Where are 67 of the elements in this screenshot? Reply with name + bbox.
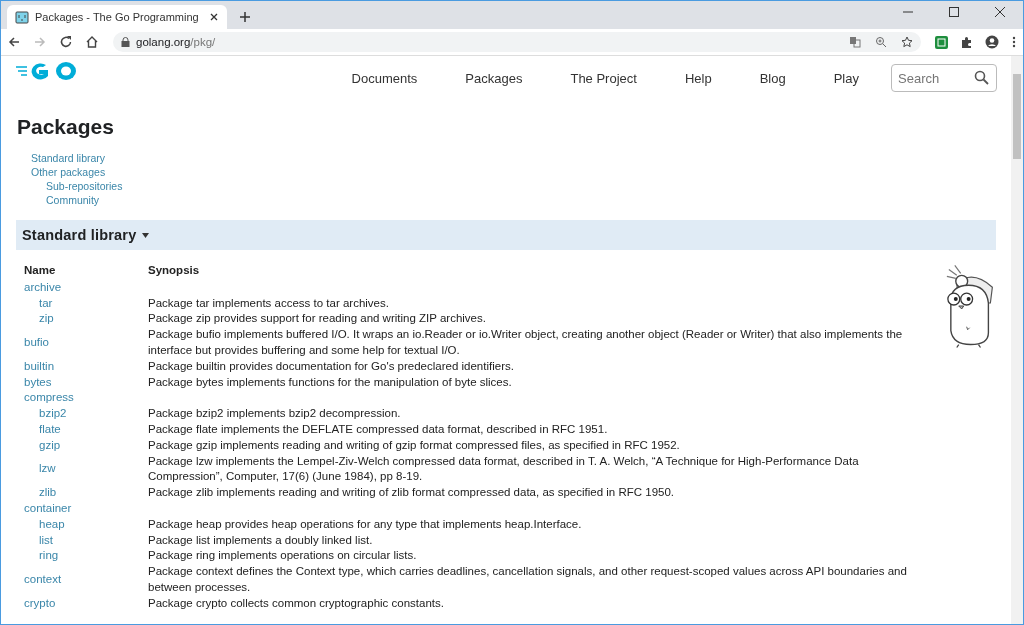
browser-tab[interactable]: Packages - The Go Programming	[7, 5, 227, 29]
zoom-icon[interactable]	[875, 36, 887, 48]
package-link[interactable]: container	[24, 501, 72, 514]
puzzle-icon[interactable]	[960, 35, 973, 49]
package-synopsis: Package zlib implements reading and writing of zlib format compressed data, as specified in RFC 1950.	[148, 486, 675, 499]
package-synopsis: Package flate implements the DEFLATE compressed data format, described in RFC 1951.	[148, 422, 608, 435]
package-synopsis: Package tar implements access to tar archives.	[148, 296, 389, 309]
home-icon[interactable]	[85, 35, 99, 49]
lock-icon	[121, 37, 130, 47]
package-synopsis: Package bufio implements buffered I/O. It wraps an io.Reader or io.Writer object, creating another object (Reader or Writer) that also implements the interface but provides buffering and some help for textual I/O.	[148, 328, 903, 356]
package-synopsis: Package list implements a doubly linked list.	[148, 533, 373, 546]
toc-link[interactable]: Standard library	[31, 151, 106, 165]
package-link[interactable]: tar	[39, 296, 53, 309]
toc-link[interactable]: Sub-repositories	[46, 179, 123, 193]
package-synopsis: Package builtin provides documentation for Go's predeclared identifiers.	[148, 359, 514, 372]
close-icon[interactable]	[209, 12, 219, 22]
package-synopsis: Package bzip2 implements bzip2 decompression.	[148, 407, 401, 420]
package-link[interactable]: compress	[24, 391, 74, 404]
package-synopsis: Package lzw implements the Lempel-Ziv-Welch compressed data format, described in T. A. Welch, “A Technique for High-Performance Data Compression”, Computer, 17(6) (June 1984), pp 8-19.	[148, 454, 859, 483]
package-synopsis: Package zip provides support for reading and writing ZIP archives.	[148, 312, 486, 325]
nav-link[interactable]: Play	[809, 70, 883, 86]
section-header[interactable]: Standard library	[16, 220, 996, 250]
page-title: Packages	[17, 115, 115, 139]
new-tab-icon[interactable]	[239, 11, 251, 23]
back-icon[interactable]	[7, 35, 21, 49]
reload-icon[interactable]	[59, 35, 73, 49]
address-bar[interactable]: golang.org/pkg/	[113, 32, 921, 52]
package-synopsis: Package crypto collects common cryptographic constants.	[148, 596, 444, 609]
package-link[interactable]: bufio	[24, 336, 49, 349]
gopher-icon	[15, 10, 29, 24]
package-link[interactable]: flate	[39, 422, 61, 435]
package-synopsis: Package ring implements operations on circular lists.	[148, 549, 417, 562]
tab-title: Packages - The Go Programming	[35, 11, 200, 23]
package-synopsis: Package heap provides heap operations for any type that implements heap.Interface.	[148, 517, 582, 530]
package-link[interactable]: ring	[39, 549, 59, 562]
package-link[interactable]: crypto	[24, 596, 56, 609]
package-link[interactable]: bzip2	[39, 407, 67, 420]
package-link[interactable]: archive	[24, 280, 62, 293]
package-link[interactable]: zlib	[39, 486, 57, 499]
package-link[interactable]: heap	[39, 517, 65, 530]
package-link[interactable]: lzw	[39, 462, 56, 475]
nav-link[interactable]: Help	[660, 70, 736, 86]
package-link[interactable]: gzip	[39, 438, 61, 451]
nav-link[interactable]: Documents	[327, 70, 442, 86]
column-header: Synopsis	[148, 263, 201, 278]
toc-link[interactable]: Other packages	[31, 165, 106, 179]
search-icon[interactable]	[974, 70, 989, 85]
package-link[interactable]: builtin	[24, 359, 55, 372]
search-field[interactable]: Search	[891, 64, 997, 92]
nav-link[interactable]: Blog	[735, 70, 810, 86]
go-logo[interactable]	[16, 60, 78, 82]
package-synopsis: Package bytes implements functions for the manipulation of byte slices.	[148, 375, 512, 388]
package-synopsis: Package context defines the Context type, which carries deadlines, cancellation signals, and other request-scoped values across API boundaries and between processes.	[148, 565, 907, 593]
extension-icon[interactable]	[935, 35, 948, 49]
package-link[interactable]: bytes	[24, 375, 52, 388]
package-link[interactable]: list	[39, 533, 54, 546]
menu-icon[interactable]	[1011, 35, 1017, 49]
profile-icon[interactable]	[985, 35, 999, 49]
nav-link[interactable]: The Project	[546, 70, 661, 86]
toc-link[interactable]: Community	[46, 193, 100, 207]
package-synopsis: Package gzip implements reading and writing of gzip format compressed files, as specified in RFC 1952.	[148, 438, 680, 451]
nav-link[interactable]: Packages	[441, 70, 547, 86]
package-link[interactable]: zip	[39, 312, 54, 325]
star-icon[interactable]	[901, 36, 913, 48]
package-link[interactable]: context	[24, 573, 62, 586]
column-header: Name	[16, 263, 148, 280]
scrollbar[interactable]	[1011, 56, 1023, 624]
